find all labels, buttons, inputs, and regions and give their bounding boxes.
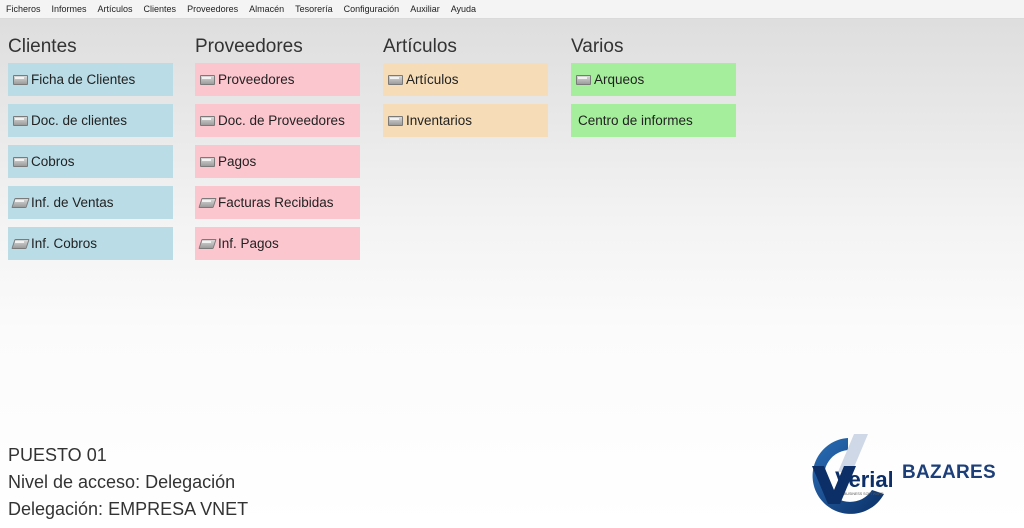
pagos-button[interactable]: Pagos: [195, 145, 360, 178]
proveedores-heading: Proveedores: [195, 36, 303, 57]
verial-logo: Verial BUSINESS SOFTWARE: [812, 434, 892, 514]
inf-pagos-button[interactable]: Inf. Pagos: [195, 227, 360, 260]
proveedores-button[interactable]: Proveedores: [195, 63, 360, 96]
menu-informes[interactable]: Informes: [52, 0, 87, 19]
tile-label: Ficha de Clientes: [31, 72, 136, 87]
inventarios-button[interactable]: Inventarios: [383, 104, 548, 137]
tile-label: Inventarios: [406, 113, 473, 128]
verial-logo-tagline: BUSINESS SOFTWARE: [844, 492, 884, 496]
doc-proveedores-button[interactable]: Doc. de Proveedores: [195, 104, 360, 137]
varios-heading: Varios: [571, 36, 624, 57]
clientes-column: Clientes Ficha de Clientes Doc. de clien…: [8, 34, 178, 268]
folder-module-icon: [199, 156, 215, 167]
folder-module-icon: [12, 156, 28, 167]
facturas-recibidas-button[interactable]: Facturas Recibidas: [195, 186, 360, 219]
tile-label: Cobros: [31, 154, 75, 169]
menu-ayuda[interactable]: Ayuda: [451, 0, 476, 19]
report-module-icon: [199, 197, 215, 208]
proveedores-column: Proveedores Proveedores Doc. de Proveedo…: [195, 34, 365, 268]
tile-label: Inf. Cobros: [31, 236, 98, 251]
varios-column: Varios Arqueos Centro de informes: [571, 34, 741, 145]
menu-almacen[interactable]: Almacén: [249, 0, 284, 19]
inf-cobros-button[interactable]: Inf. Cobros: [8, 227, 173, 260]
ficha-clientes-button[interactable]: Ficha de Clientes: [8, 63, 173, 96]
clientes-heading: Clientes: [8, 36, 77, 57]
folder-module-icon: [199, 115, 215, 126]
folder-module-icon: [199, 74, 215, 85]
tile-label: Proveedores: [218, 72, 295, 87]
tile-label: Inf. Pagos: [218, 236, 279, 251]
inf-ventas-button[interactable]: Inf. de Ventas: [8, 186, 173, 219]
report-module-icon: [199, 238, 215, 249]
menu-auxiliar[interactable]: Auxiliar: [410, 0, 440, 19]
folder-module-icon: [12, 74, 28, 85]
folder-module-icon: [12, 115, 28, 126]
centro-informes-button[interactable]: Centro de informes: [571, 104, 736, 137]
tile-label: Inf. de Ventas: [31, 195, 114, 210]
cobros-button[interactable]: Cobros: [8, 145, 173, 178]
doc-clientes-button[interactable]: Doc. de clientes: [8, 104, 173, 137]
tile-label: Facturas Recibidas: [218, 195, 334, 210]
menu-configuracion[interactable]: Configuración: [344, 0, 400, 19]
verial-logo-text: Verial: [835, 467, 892, 492]
report-module-icon: [12, 197, 28, 208]
folder-module-icon: [575, 74, 591, 85]
bazares-brand: BAZARES: [902, 462, 996, 483]
tile-label: Doc. de Proveedores: [218, 113, 345, 128]
tile-label: Doc. de clientes: [31, 113, 128, 128]
report-module-icon: [12, 238, 28, 249]
puesto-label: PUESTO 01: [8, 445, 107, 465]
delegacion-label: Delegación: EMPRESA VNET: [8, 499, 249, 519]
tile-label: Artículos: [406, 72, 459, 87]
folder-module-icon: [387, 74, 403, 85]
tile-label: Arqueos: [594, 72, 645, 87]
articulos-button[interactable]: Artículos: [383, 63, 548, 96]
arqueos-button[interactable]: Arqueos: [571, 63, 736, 96]
menu-ficheros[interactable]: Ficheros: [6, 0, 41, 19]
tile-label: Pagos: [218, 154, 257, 169]
menu-tesoreria[interactable]: Tesorería: [295, 0, 333, 19]
menu-articulos[interactable]: Artículos: [98, 0, 133, 19]
folder-module-icon: [387, 115, 403, 126]
menu-proveedores[interactable]: Proveedores: [187, 0, 238, 19]
articulos-heading: Artículos: [383, 36, 457, 57]
tile-label: Centro de informes: [578, 113, 693, 128]
menu-clientes[interactable]: Clientes: [144, 0, 177, 19]
articulos-column: Artículos Artículos Inventarios: [383, 34, 553, 145]
session-info: PUESTO 01 Nivel de acceso: Delegación De…: [8, 442, 248, 523]
menu-bar: Ficheros Informes Artículos Clientes Pro…: [0, 0, 1024, 19]
nivel-acceso-label: Nivel de acceso: Delegación: [8, 472, 236, 492]
